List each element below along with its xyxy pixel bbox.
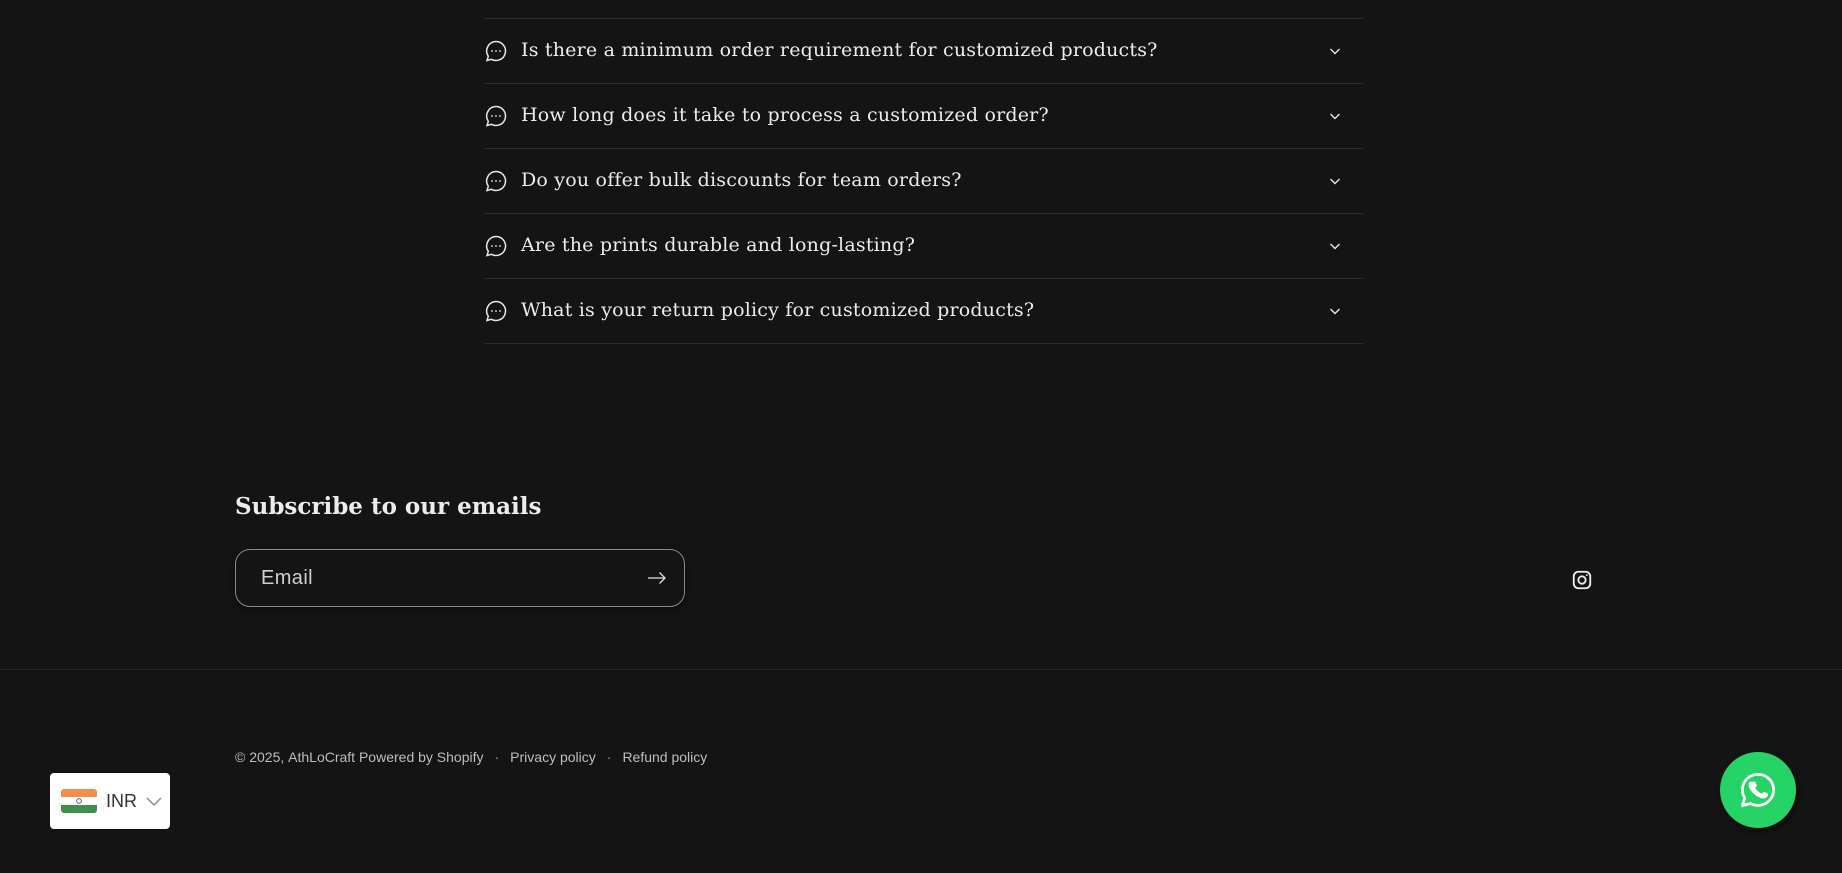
instagram-icon	[1572, 570, 1592, 590]
chat-bubble-icon	[484, 169, 508, 193]
arrow-right-icon	[648, 572, 666, 584]
faq-question: What is your return policy for customize…	[521, 299, 1035, 321]
separator-dot: ·	[494, 749, 500, 765]
faq-item[interactable]: How long does it take to process a custo…	[484, 84, 1363, 149]
faq-question: Is there a minimum order requirement for…	[521, 39, 1158, 61]
instagram-link[interactable]	[1571, 569, 1595, 593]
newsletter-heading: Subscribe to our emails	[235, 493, 542, 520]
chevron-down-icon[interactable]	[1325, 41, 1345, 61]
chevron-down-icon	[145, 792, 163, 810]
privacy-policy-link[interactable]: Privacy policy	[510, 749, 596, 765]
whatsapp-chat-button[interactable]	[1720, 752, 1796, 828]
chevron-down-icon[interactable]	[1325, 106, 1345, 126]
faq-item[interactable]: Are the prints durable and long-lasting?	[484, 214, 1363, 279]
footer-divider	[0, 669, 1842, 670]
faq-question: Are the prints durable and long-lasting?	[521, 234, 916, 256]
india-flag-icon	[61, 789, 97, 813]
footer-copyright: © 2025, AthLoCraft Powered by Shopify · …	[235, 749, 707, 765]
separator-dot: ·	[606, 749, 612, 765]
brand-link[interactable]: AthLoCraft	[288, 749, 355, 765]
faq-accordion: Is there a minimum order requirement for…	[484, 18, 1363, 344]
faq-item[interactable]: Is there a minimum order requirement for…	[484, 19, 1363, 84]
copyright-text: © 2025,	[235, 749, 285, 765]
chevron-down-icon[interactable]	[1325, 236, 1345, 256]
chat-bubble-icon	[484, 299, 508, 323]
powered-by-link[interactable]: Powered by Shopify	[359, 749, 484, 765]
chevron-down-icon[interactable]	[1325, 301, 1345, 321]
currency-code: INR	[106, 790, 137, 811]
chat-bubble-icon	[484, 104, 508, 128]
faq-question: How long does it take to process a custo…	[521, 104, 1049, 126]
chat-bubble-icon	[484, 234, 508, 258]
email-field[interactable]	[236, 550, 630, 606]
newsletter-form	[235, 549, 685, 607]
faq-item[interactable]: Do you offer bulk discounts for team ord…	[484, 149, 1363, 214]
subscribe-button[interactable]	[630, 550, 684, 606]
faq-question: Do you offer bulk discounts for team ord…	[521, 169, 962, 191]
chat-bubble-icon	[484, 39, 508, 63]
faq-item[interactable]: What is your return policy for customize…	[484, 279, 1363, 344]
refund-policy-link[interactable]: Refund policy	[622, 749, 707, 765]
currency-selector[interactable]: INR	[50, 773, 170, 829]
whatsapp-icon	[1741, 773, 1775, 807]
chevron-down-icon[interactable]	[1325, 171, 1345, 191]
